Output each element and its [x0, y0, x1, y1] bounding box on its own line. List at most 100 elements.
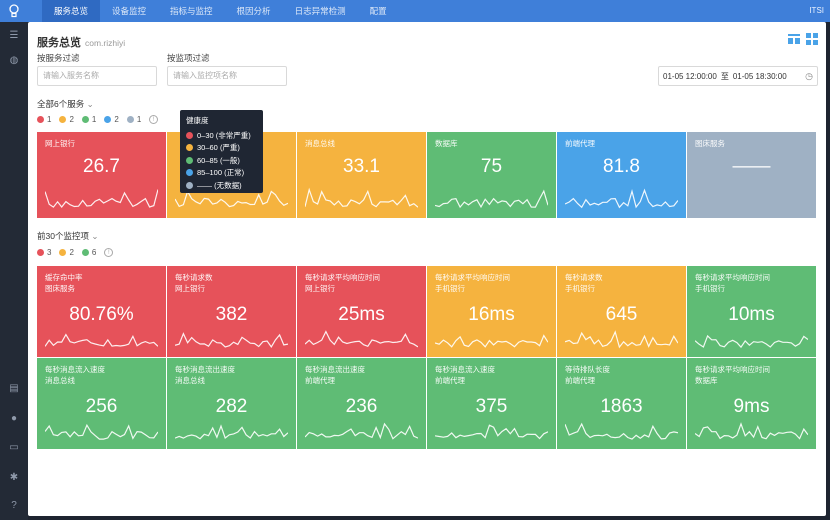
sparkline — [45, 423, 158, 440]
monitor-tile[interactable]: 每秒请求平均响应时间 数据库 9ms — [687, 358, 816, 449]
sparkline — [565, 330, 678, 349]
tooltip-row-label: 0–30 (非常严重) — [197, 130, 251, 140]
service-tile[interactable]: 网上银行 26.7 — [37, 132, 166, 218]
service-filter-label: 按服务过滤 — [37, 53, 80, 63]
monitor-tile[interactable]: 每秒请求数 网上银行 382 — [167, 266, 296, 357]
date-to: 01-05 18:30:00 — [732, 71, 787, 81]
tooltip-row: —— (无数据) — [186, 179, 257, 192]
date-range-picker[interactable]: 01-05 12:00:00 至 01-05 18:30:00 ◷ — [658, 66, 818, 86]
legend-item: 1 — [126, 115, 142, 124]
legend-count: 1 — [136, 115, 142, 124]
monitor-tile[interactable]: 每秒请求平均响应时间 手机银行 10ms — [687, 266, 816, 357]
tile-name: 每秒消息流入速度 消息总线 — [45, 365, 105, 385]
tile-value: 81.8 — [603, 156, 640, 177]
red-dot-icon — [37, 116, 44, 123]
tile-name: 前端代理 — [565, 139, 595, 148]
monitor-tile[interactable]: 等待排队长度 前端代理 1863 — [557, 358, 686, 449]
tile-value: 25ms — [338, 304, 385, 325]
sparkline — [435, 334, 548, 348]
page-subtitle: com.rizhiyi — [85, 38, 126, 48]
tile-value: 256 — [85, 396, 118, 417]
nav-log-anomaly[interactable]: 日志异常检测 — [283, 0, 358, 22]
monitor-tile[interactable]: 每秒消息流入速度 前端代理 375 — [427, 358, 556, 449]
info-icon[interactable]: ! — [104, 248, 114, 257]
monitor-tile[interactable]: 每秒消息流出速度 前端代理 236 — [297, 358, 426, 449]
bulb-icon[interactable] — [0, 0, 28, 22]
sidebar: ☰ ◍ ▤ ● ▭ ✱ ? — [0, 22, 28, 520]
sparkline — [45, 333, 158, 347]
globe-icon[interactable]: ◍ — [0, 55, 28, 66]
tile-name: 每秒请求平均响应时间 手机银行 — [435, 273, 510, 293]
user-icon[interactable]: ● — [0, 413, 28, 424]
monitors-group-title[interactable]: 前30个监控项 ⌄ — [37, 230, 98, 242]
main-nav: 服务总览 设备监控 指标与监控 根因分析 日志异常检测 配置 — [42, 0, 399, 22]
legend-count: 1 — [47, 115, 52, 124]
sparkline — [175, 332, 288, 348]
legend-item: 1 — [81, 115, 96, 124]
nav-device-monitor[interactable]: 设备监控 — [100, 0, 158, 22]
legend-item: 3 — [37, 248, 51, 257]
legend-count: 6 — [91, 248, 97, 257]
blue-dot-icon — [186, 169, 193, 177]
nav-service-overview[interactable]: 服务总览 — [42, 0, 101, 22]
info-icon[interactable]: ! — [149, 115, 159, 124]
monitor-tile[interactable]: 缓存命中率 图床服务 80.76% — [37, 266, 166, 357]
monitor-filter-input[interactable]: 请输入监控项名称 — [167, 66, 287, 86]
chat-icon[interactable]: ▤ — [0, 383, 28, 394]
monitor-tile[interactable]: 每秒请求数 手机银行 645 — [557, 266, 686, 357]
grid-view-icon[interactable] — [806, 32, 818, 45]
tile-name: 每秒请求平均响应时间 手机银行 — [695, 273, 770, 293]
service-tile[interactable]: 消息总线 33.1 — [297, 132, 426, 218]
main-panel: 服务总览 com.rizhiyi 按服务过滤 请输入服务名称 按监项过滤 请输入监… — [28, 22, 826, 516]
green-dot-icon — [186, 156, 193, 164]
service-filter-input[interactable]: 请输入服务名称 — [37, 66, 157, 86]
monitors-legend: 3 2 6 ! — [37, 248, 114, 257]
sparkline — [435, 424, 548, 440]
monitor-tile[interactable]: 每秒消息流入速度 消息总线 256 — [37, 358, 166, 449]
services-group-title[interactable]: 全部6个服务 ⌄ — [37, 98, 94, 110]
list-icon[interactable]: ☰ — [0, 30, 28, 41]
monitors-group-title-text: 前30个监控项 — [37, 231, 89, 241]
tile-value: 75 — [480, 156, 503, 177]
tile-name: 每秒请求平均响应时间 网上银行 — [305, 273, 380, 293]
tile-name: 每秒消息流出速度 消息总线 — [175, 365, 235, 385]
tile-value: 9ms — [733, 396, 770, 417]
legend-count: 2 — [69, 248, 74, 257]
tile-value: 80.76% — [69, 304, 134, 325]
sparkline — [695, 334, 808, 349]
orange-dot-icon — [59, 249, 67, 256]
tile-value: 375 — [475, 396, 508, 417]
tile-name: 等待排队长度 前端代理 — [565, 365, 610, 385]
service-tile[interactable]: 图床服务 —— — [687, 132, 816, 218]
nav-config[interactable]: 配置 — [358, 0, 399, 22]
tile-name: 网上银行 — [45, 139, 75, 148]
sparkline — [45, 189, 158, 208]
legend-count: 3 — [47, 248, 52, 257]
tooltip-row-label: 60–85 (一般) — [197, 155, 240, 165]
orange-dot-icon — [59, 116, 67, 123]
service-tile[interactable]: 数据库 75 — [427, 132, 556, 218]
clock-icon: ◷ — [805, 70, 813, 81]
monitor-tile[interactable]: 每秒请求平均响应时间 手机银行 16ms — [427, 266, 556, 357]
tooltip-title: 健康度 — [186, 116, 209, 125]
services-legend: 1 2 1 2 1 ! — [37, 115, 159, 124]
help-icon[interactable]: ? — [0, 500, 28, 511]
sparkline — [305, 330, 418, 348]
tile-name: 数据库 — [435, 139, 458, 148]
tile-value: 16ms — [468, 304, 515, 325]
brand-label: ITSI — [809, 6, 824, 15]
sparkline — [435, 189, 548, 209]
nav-root-cause[interactable]: 根因分析 — [225, 0, 283, 22]
nav-metrics-monitor[interactable]: 指标与监控 — [158, 0, 225, 22]
monitor-tile[interactable]: 每秒请求平均响应时间 网上银行 25ms — [297, 266, 426, 357]
legend-item: 2 — [104, 115, 119, 124]
tile-value: 1863 — [600, 396, 643, 417]
services-group-title-text: 全部6个服务 — [37, 99, 85, 109]
service-tile[interactable]: 前端代理 81.8 — [557, 132, 686, 218]
tile-name: 每秒消息流出速度 前端代理 — [305, 365, 365, 385]
gear-icon[interactable]: ✱ — [0, 472, 28, 483]
tile-name: 缓存命中率 图床服务 — [45, 273, 83, 293]
list-view-icon[interactable] — [788, 32, 800, 44]
monitor-icon[interactable]: ▭ — [0, 442, 28, 453]
monitor-tile[interactable]: 每秒消息流出速度 消息总线 282 — [167, 358, 296, 449]
